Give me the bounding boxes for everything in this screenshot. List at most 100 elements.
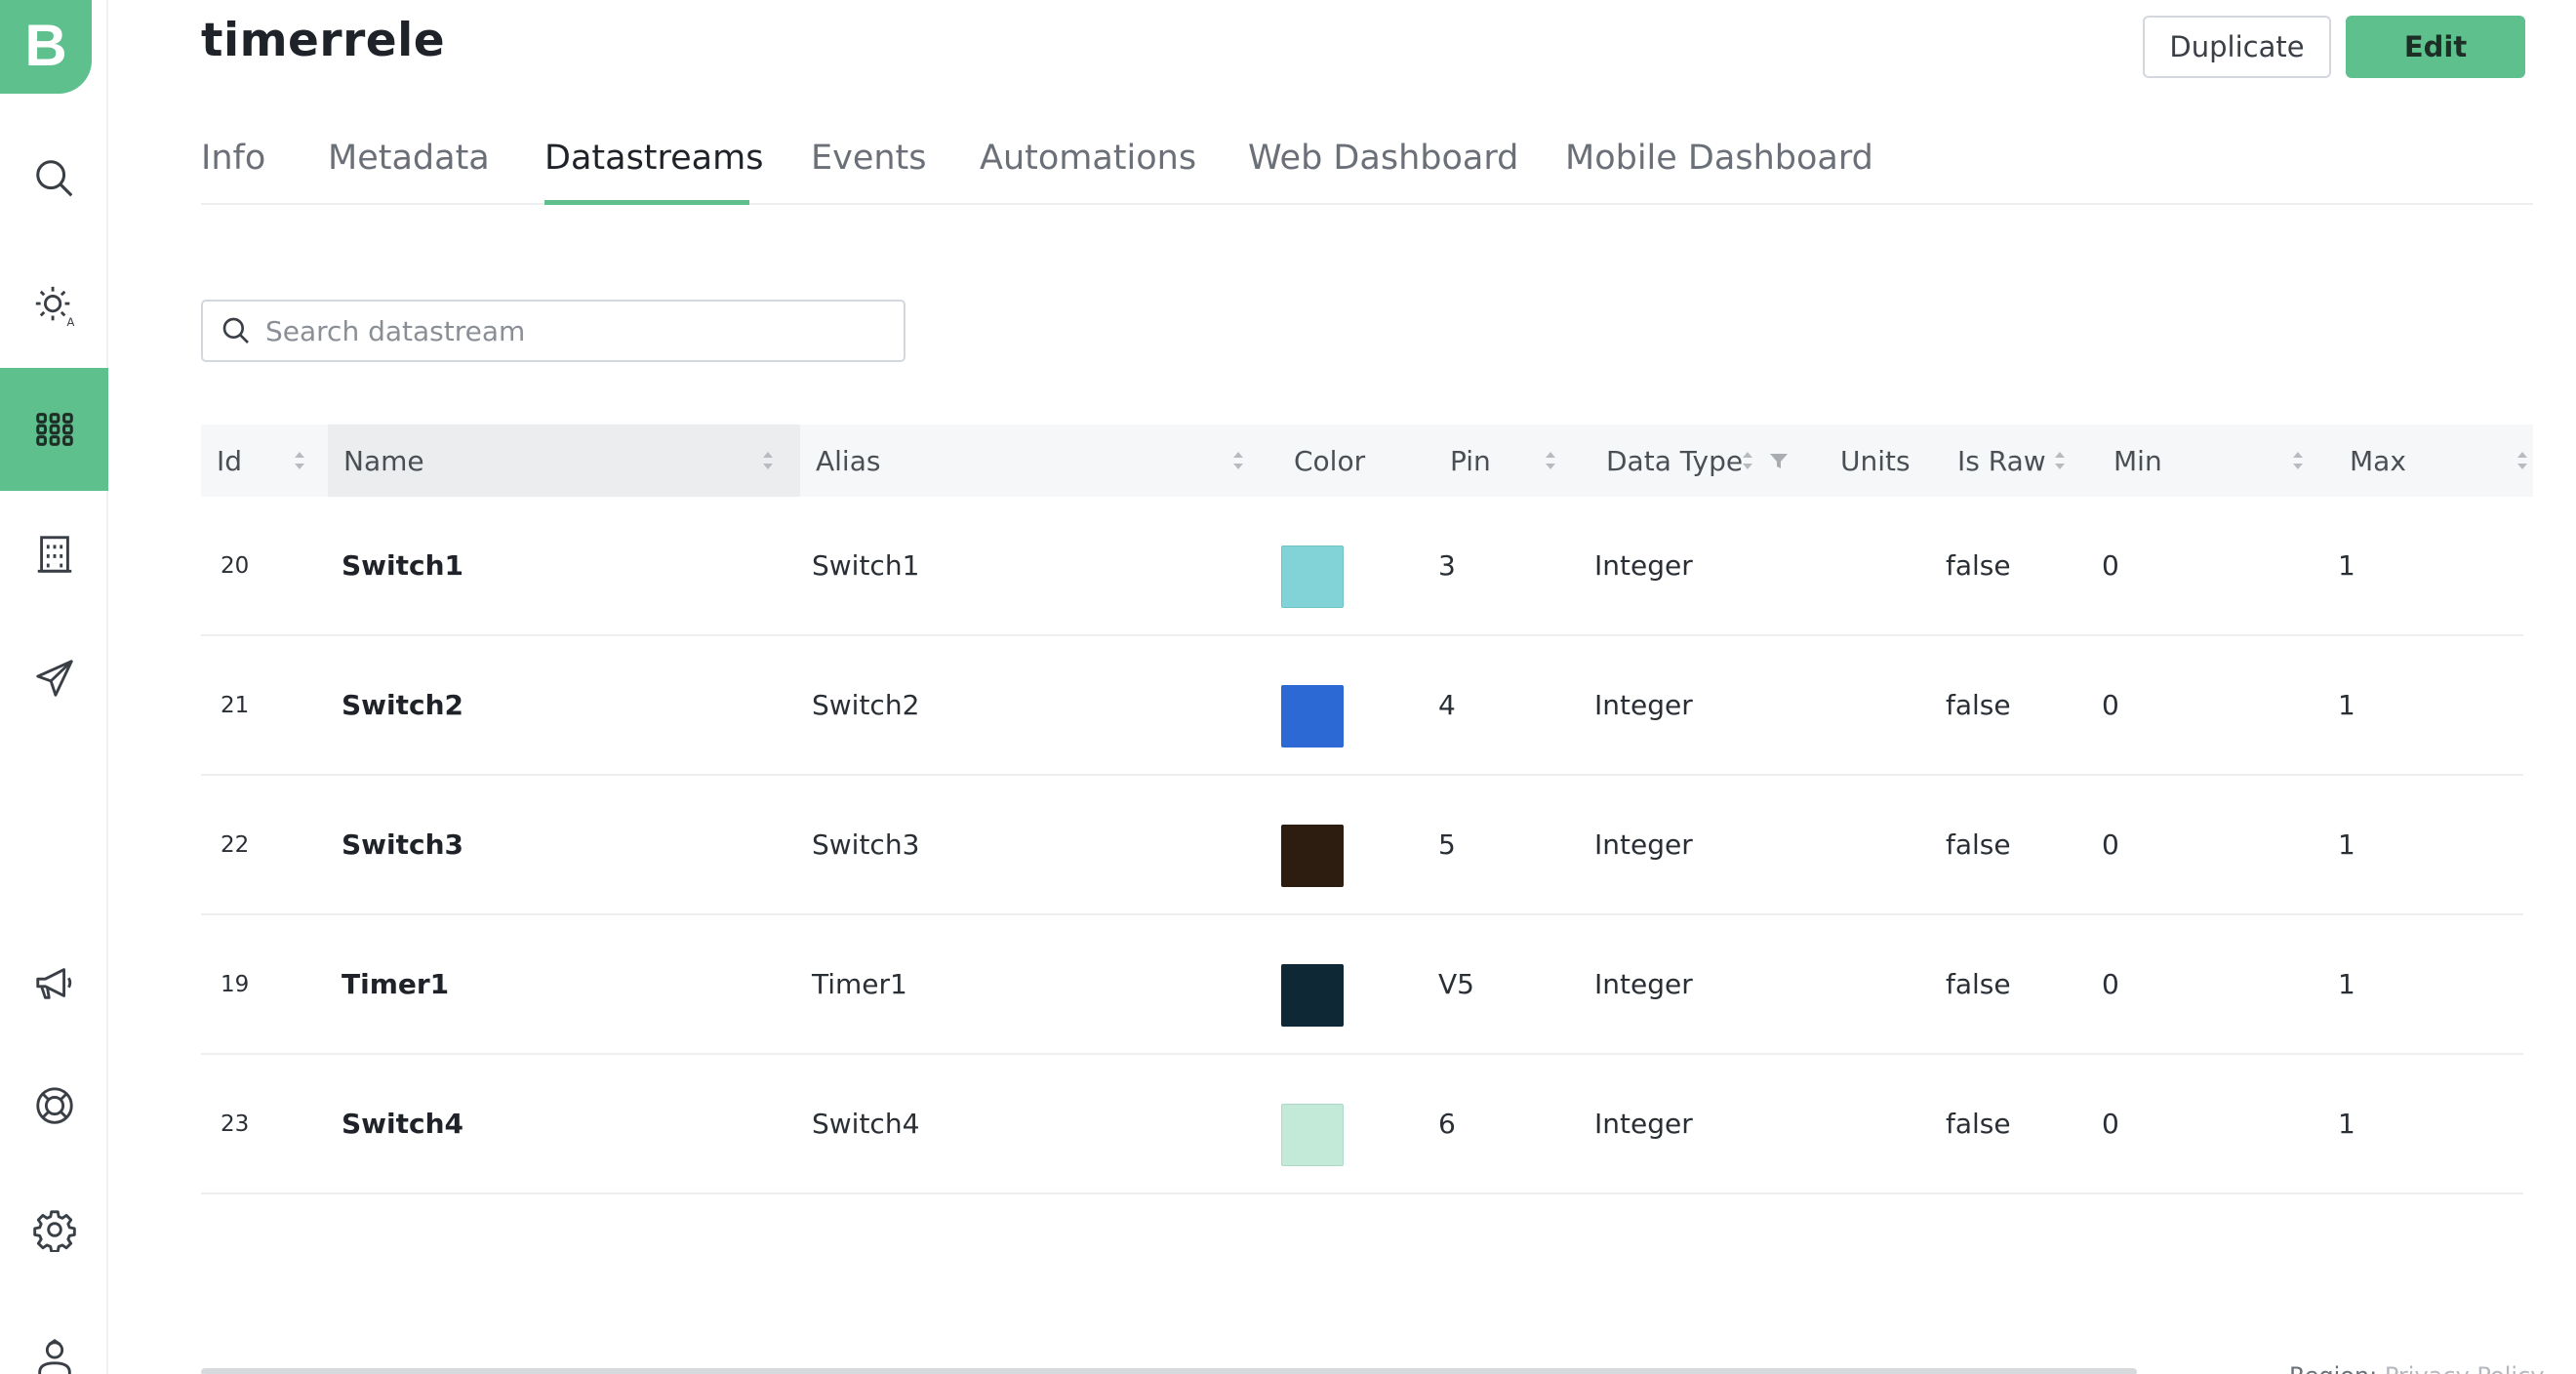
column-header-is-raw[interactable]: Is Raw <box>1942 424 2098 497</box>
cell-id: 20 <box>221 552 250 579</box>
cell-is-raw: false <box>1946 968 2011 1000</box>
cell-pin: 4 <box>1438 689 1456 721</box>
cell-is-raw: false <box>1946 549 2011 582</box>
sun-icon: A <box>35 286 74 328</box>
privacy-policy-link[interactable]: Privacy Policy <box>2385 1362 2545 1374</box>
color-swatch <box>1281 1104 1344 1166</box>
sidebar-item-templates[interactable] <box>0 368 108 491</box>
sidebar-item-settings[interactable] <box>0 1168 108 1291</box>
cell-alias: Switch4 <box>812 1108 920 1140</box>
sidebar-item-organizations[interactable] <box>0 493 108 616</box>
tab-web-dashboard[interactable]: Web Dashboard <box>1248 139 1518 178</box>
tab-metadata[interactable]: Metadata <box>328 139 490 178</box>
column-header-id[interactable]: Id <box>201 424 328 497</box>
column-header-max[interactable]: Max <box>2334 424 2533 497</box>
cell-is-raw: false <box>1946 828 2011 861</box>
sort-icon[interactable] <box>2516 449 2529 472</box>
sidebar-item-help[interactable] <box>0 1044 108 1167</box>
sidebar-item-sun[interactable]: A <box>0 244 108 367</box>
search-input[interactable] <box>265 314 890 347</box>
logo-letter: B <box>24 12 67 78</box>
user-icon <box>37 1339 71 1374</box>
sidebar-item-search[interactable] <box>0 117 108 240</box>
cell-alias: Switch3 <box>812 828 920 861</box>
color-swatch <box>1281 685 1344 748</box>
sort-icon[interactable] <box>1544 449 1557 472</box>
sidebar-item-profile[interactable] <box>0 1298 108 1374</box>
horizontal-scrollbar[interactable] <box>201 1368 2137 1374</box>
duplicate-button[interactable]: Duplicate <box>2143 16 2331 78</box>
grid-icon <box>35 413 73 446</box>
footer-links: Region: Privacy Policy <box>2289 1362 2544 1374</box>
column-header-alias[interactable]: Alias <box>800 424 1278 497</box>
tab-events[interactable]: Events <box>811 139 927 178</box>
cell-data-type: Integer <box>1594 828 1693 861</box>
cell-min: 0 <box>2102 1108 2119 1140</box>
column-header-color: Color <box>1294 444 1366 477</box>
sort-icon[interactable] <box>761 449 775 472</box>
edit-button[interactable]: Edit <box>2346 16 2525 78</box>
column-header-units: Units <box>1840 444 1911 477</box>
sort-icon[interactable] <box>2053 449 2067 472</box>
gear-icon <box>32 1210 76 1252</box>
color-swatch <box>1281 546 1344 608</box>
cell-data-type: Integer <box>1594 968 1693 1000</box>
region-link[interactable]: Region: <box>2289 1362 2385 1374</box>
logo[interactable]: B <box>0 0 92 94</box>
search-icon <box>35 160 72 197</box>
cell-pin: V5 <box>1438 968 1474 1000</box>
tab-datastreams[interactable]: Datastreams <box>544 139 763 178</box>
page-title: timerrele <box>201 14 446 67</box>
column-header-data-type[interactable]: Data Type <box>1590 424 1825 497</box>
cell-id: 19 <box>221 971 250 997</box>
table-row[interactable]: 22 Switch3 Switch3 5 Integer false 0 1 <box>201 776 2523 915</box>
table-row[interactable]: 20 Switch1 Switch1 3 Integer false 0 1 <box>201 497 2523 636</box>
cell-min: 0 <box>2102 689 2119 721</box>
search-icon <box>222 317 249 344</box>
tab-mobile-dashboard[interactable]: Mobile Dashboard <box>1565 139 1873 178</box>
cell-id: 21 <box>221 692 250 718</box>
cell-data-type: Integer <box>1594 549 1693 582</box>
cell-name: Switch2 <box>342 689 464 721</box>
sidebar-item-messages[interactable] <box>0 617 108 740</box>
search-box <box>201 300 906 362</box>
cell-min: 0 <box>2102 549 2119 582</box>
cell-pin: 6 <box>1438 1108 1456 1140</box>
cell-alias: Switch1 <box>812 549 920 582</box>
lifebuoy-icon <box>35 1087 73 1124</box>
megaphone-icon <box>35 968 71 999</box>
tab-automations[interactable]: Automations <box>980 139 1196 178</box>
color-swatch <box>1281 964 1344 1027</box>
paper-plane-icon <box>35 660 73 697</box>
cell-name: Switch3 <box>342 828 464 861</box>
color-swatch <box>1281 825 1344 887</box>
table-row[interactable]: 23 Switch4 Switch4 6 Integer false 0 1 <box>201 1055 2523 1194</box>
cell-pin: 5 <box>1438 828 1456 861</box>
cell-is-raw: false <box>1946 1108 2011 1140</box>
tab-bar: Info Metadata Datastreams Events Automat… <box>201 117 2533 205</box>
cell-id: 22 <box>221 831 250 858</box>
tab-info[interactable]: Info <box>201 139 265 178</box>
cell-max: 1 <box>2338 689 2355 721</box>
sort-icon[interactable] <box>2291 449 2305 472</box>
cell-max: 1 <box>2338 968 2355 1000</box>
cell-max: 1 <box>2338 1108 2355 1140</box>
sort-icon[interactable] <box>293 449 306 472</box>
sort-icon[interactable] <box>1741 449 1754 472</box>
column-header-pin[interactable]: Pin <box>1434 424 1590 497</box>
sidebar-item-announcements[interactable] <box>0 921 108 1044</box>
cell-name: Switch1 <box>342 549 464 582</box>
sidebar: B A <box>0 0 108 1374</box>
cell-alias: Timer1 <box>812 968 907 1000</box>
column-header-name[interactable]: Name <box>328 424 800 497</box>
cell-id: 23 <box>221 1111 250 1137</box>
filter-icon[interactable] <box>1768 450 1790 471</box>
cell-max: 1 <box>2338 549 2355 582</box>
cell-data-type: Integer <box>1594 689 1693 721</box>
table-row[interactable]: 21 Switch2 Switch2 4 Integer false 0 1 <box>201 636 2523 776</box>
sort-icon[interactable] <box>1231 449 1245 472</box>
cell-is-raw: false <box>1946 689 2011 721</box>
cell-pin: 3 <box>1438 549 1456 582</box>
table-row[interactable]: 19 Timer1 Timer1 V5 Integer false 0 1 <box>201 915 2523 1055</box>
cell-min: 0 <box>2102 828 2119 861</box>
